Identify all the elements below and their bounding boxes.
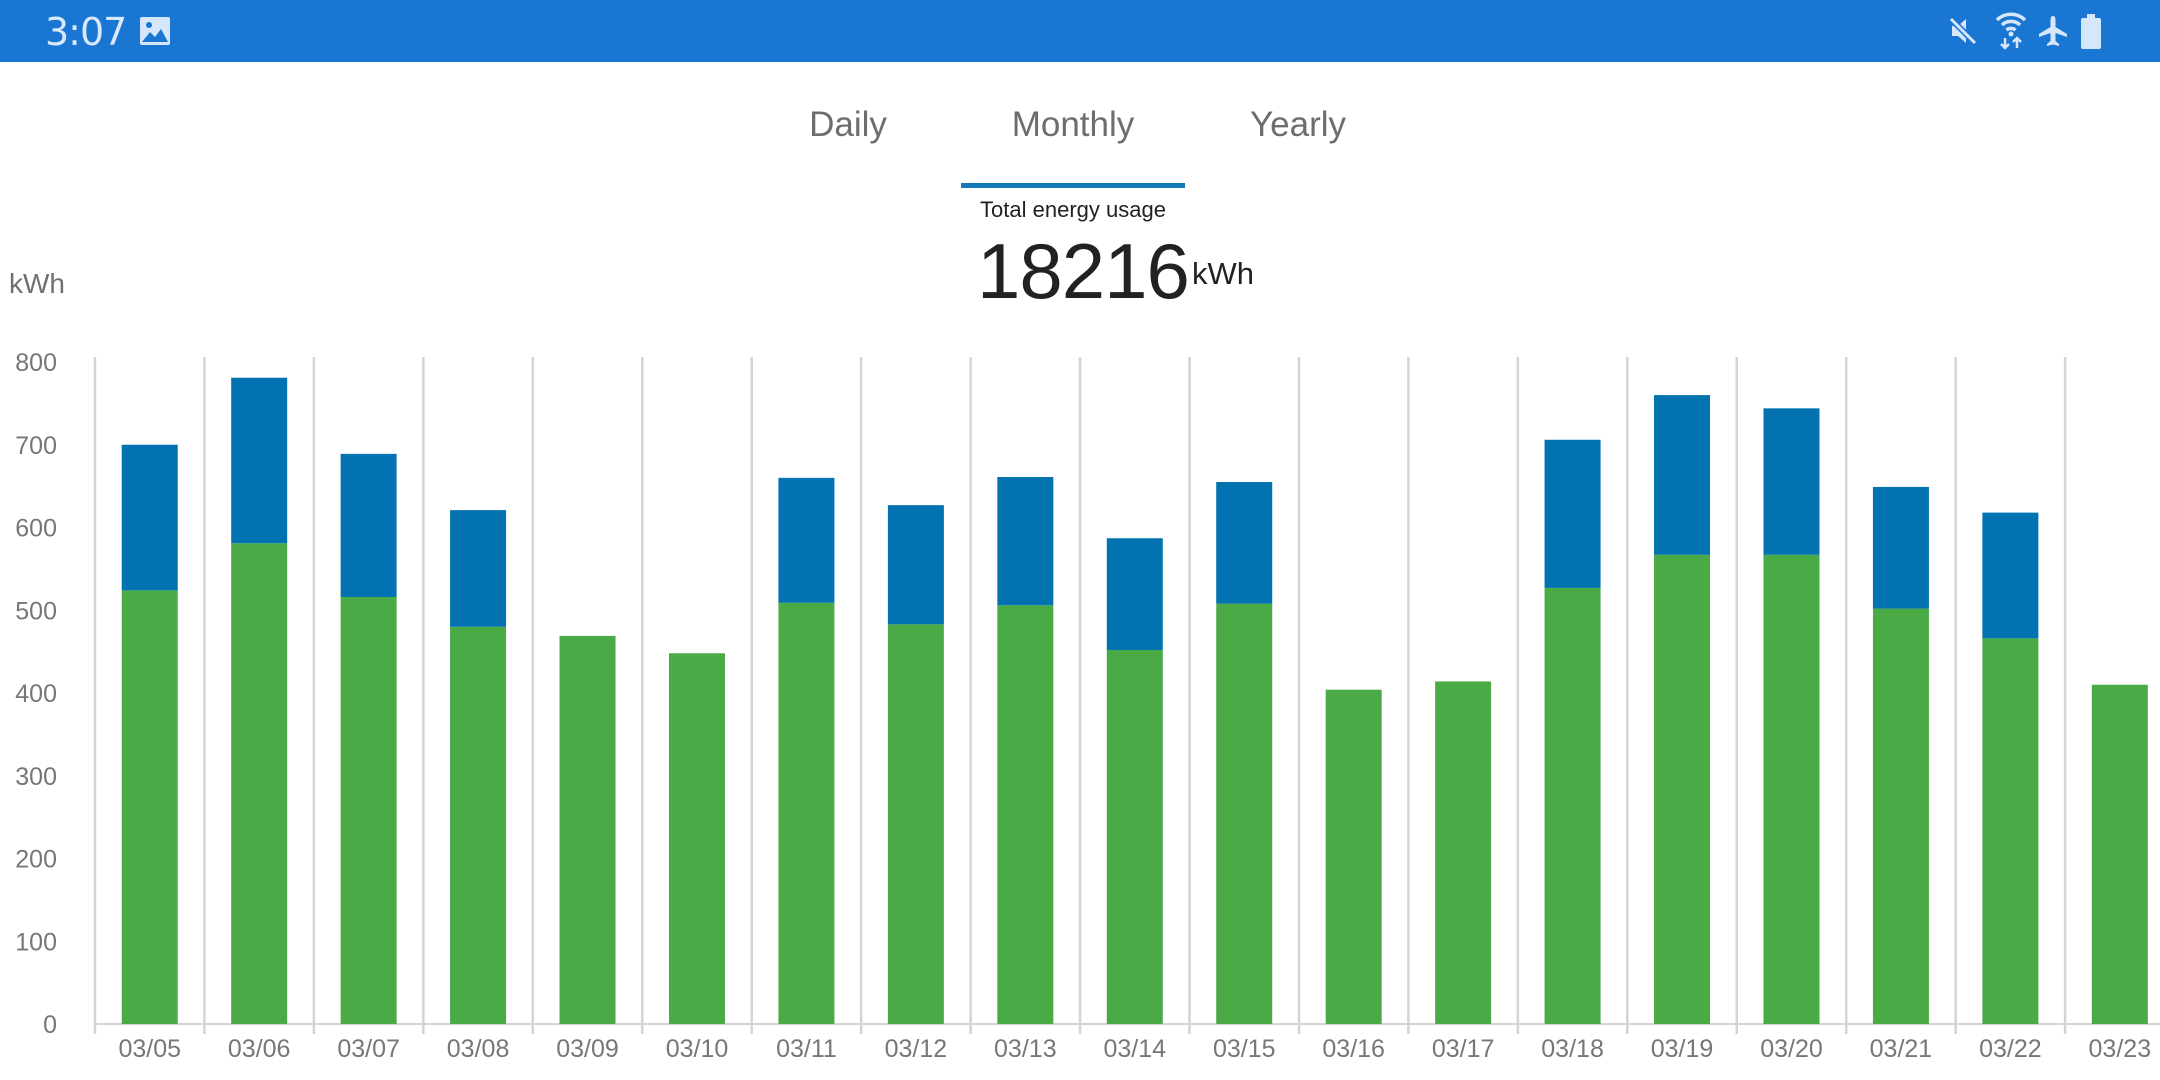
- bar-base-03-10: [668, 653, 725, 1024]
- y-tick-label: 0: [43, 1011, 57, 1039]
- tab-daily[interactable]: Daily: [809, 105, 887, 145]
- bar-base-03-20: [1763, 554, 1820, 1024]
- bar-base-03-08: [450, 626, 507, 1024]
- bar-additional-03-06: [231, 377, 288, 544]
- mute-icon: [1946, 14, 1980, 53]
- y-tick-label: 100: [15, 928, 57, 956]
- bar-base-03-18: [1544, 587, 1601, 1024]
- status-bar: 3:07: [0, 0, 2160, 62]
- y-tick-label: 800: [15, 349, 57, 377]
- y-tick-label: 700: [15, 432, 57, 460]
- tab-yearly[interactable]: Yearly: [1250, 105, 1346, 145]
- x-tick-label: 03/09: [556, 1035, 619, 1063]
- x-tick-label: 03/16: [1322, 1035, 1385, 1063]
- bar-base-03-12: [887, 624, 944, 1024]
- bar-additional-03-07: [340, 453, 397, 598]
- airplane-mode-icon: [2036, 14, 2070, 53]
- bar-additional-03-05: [121, 444, 178, 591]
- x-tick-label: 03/21: [1870, 1035, 1933, 1063]
- bar-additional-03-11: [778, 477, 835, 603]
- x-tick-label: 03/20: [1760, 1035, 1823, 1063]
- bar-base-03-06: [231, 543, 288, 1024]
- bar-base-03-09: [559, 635, 616, 1024]
- bar-base-03-15: [1216, 603, 1273, 1024]
- y-tick-label: 600: [15, 515, 57, 543]
- x-tick-label: 03/14: [1103, 1035, 1166, 1063]
- bar-base-03-16: [1325, 689, 1382, 1024]
- bar-base-03-22: [1982, 638, 2039, 1024]
- x-tick-label: 03/05: [118, 1035, 181, 1063]
- wifi-data-icon: [1994, 10, 2028, 55]
- y-tick-label: 500: [15, 597, 57, 625]
- x-tick-label: 03/07: [337, 1035, 400, 1063]
- bar-additional-03-19: [1654, 395, 1711, 555]
- bar-base-03-13: [997, 605, 1054, 1024]
- period-tabs: Daily Monthly Yearly: [0, 95, 2160, 190]
- x-tick-label: 03/11: [776, 1035, 837, 1063]
- bar-additional-03-12: [887, 505, 944, 625]
- x-tick-label: 03/15: [1213, 1035, 1276, 1063]
- x-tick-label: 03/18: [1541, 1035, 1604, 1063]
- bar-base-03-07: [340, 597, 397, 1024]
- x-tick-label: 03/06: [228, 1035, 291, 1063]
- energy-bar-chart: 0 100 200 300 400 500 600 700 800 03/05 03/06 03/07…: [15, 349, 2160, 1063]
- bar-additional-03-14: [1106, 538, 1163, 650]
- x-tick-label: 03/13: [994, 1035, 1057, 1063]
- image-icon: [139, 16, 171, 51]
- y-tick-label: 300: [15, 763, 57, 791]
- total-energy-label: Total energy usage: [980, 197, 1166, 222]
- bar-additional-03-15: [1216, 481, 1273, 604]
- x-tick-label: 03/08: [447, 1035, 510, 1063]
- bar-additional-03-20: [1763, 408, 1820, 555]
- y-axis-unit-label: kWh: [9, 268, 65, 299]
- y-tick-label: 200: [15, 846, 57, 874]
- total-energy-value: 18216: [977, 227, 1190, 315]
- bar-base-03-17: [1435, 681, 1492, 1024]
- bar-base-03-05: [121, 590, 178, 1024]
- bar-base-03-21: [1872, 608, 1929, 1024]
- x-tick-label: 03/12: [885, 1035, 948, 1063]
- battery-icon: [2080, 14, 2102, 55]
- x-tick-label: 03/22: [1979, 1035, 2042, 1063]
- bar-additional-03-21: [1872, 486, 1929, 609]
- bar-base-03-23: [2091, 684, 2148, 1024]
- bar-additional-03-08: [450, 510, 507, 627]
- bar-additional-03-22: [1982, 512, 2039, 639]
- x-tick-label: 03/19: [1651, 1035, 1714, 1063]
- bar-base-03-19: [1654, 554, 1711, 1024]
- total-energy-unit: kWh: [1192, 256, 1254, 291]
- tab-monthly[interactable]: Monthly: [1012, 105, 1135, 145]
- y-tick-label: 400: [15, 680, 57, 708]
- status-time: 3:07: [45, 10, 127, 54]
- selected-tab-indicator: [961, 183, 1185, 188]
- bar-base-03-14: [1106, 649, 1163, 1024]
- x-tick-label: 03/23: [2089, 1035, 2152, 1063]
- bar-additional-03-18: [1544, 439, 1601, 588]
- x-tick-label: 03/17: [1432, 1035, 1495, 1063]
- bar-additional-03-13: [997, 477, 1054, 606]
- x-tick-label: 03/10: [666, 1035, 729, 1063]
- bar-base-03-11: [778, 602, 835, 1024]
